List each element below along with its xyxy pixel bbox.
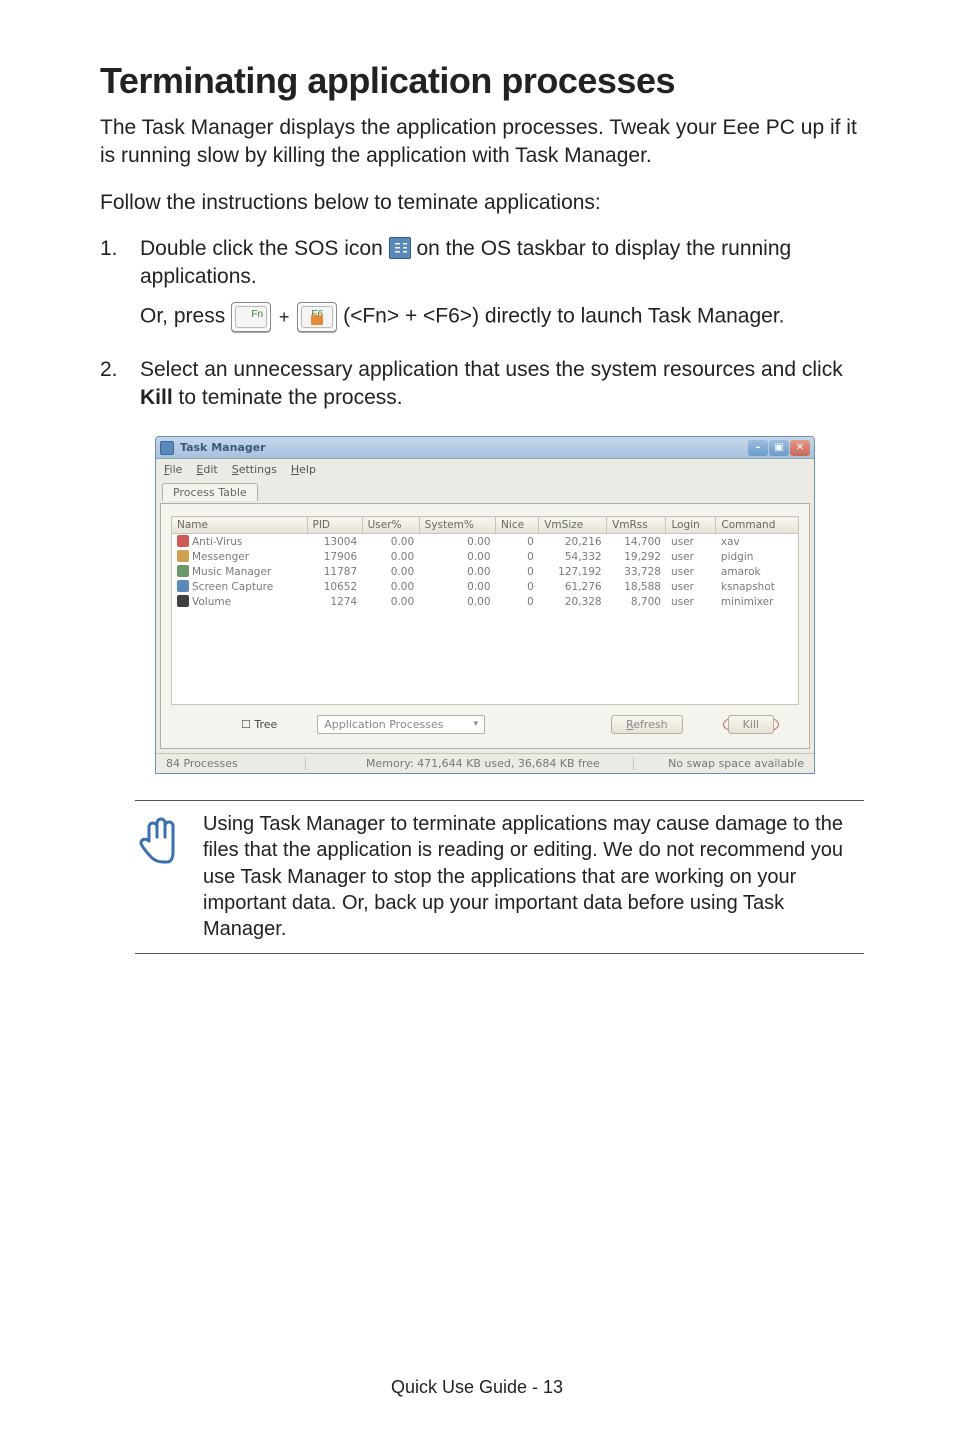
tab-process-table[interactable]: Process Table <box>162 483 258 501</box>
menu-settings[interactable]: Settings <box>232 463 277 476</box>
tree-checkbox[interactable]: ☐ Tree <box>241 718 277 731</box>
sos-icon <box>389 237 411 259</box>
table-row[interactable]: Volume12740.000.00020,3288,700userminimi… <box>172 594 799 609</box>
key-f6: F6 <box>297 302 337 332</box>
page-heading: Terminating application processes <box>100 60 864 102</box>
status-process-count: 84 Processes <box>166 757 306 770</box>
refresh-button[interactable]: Refresh <box>611 715 683 734</box>
col-name[interactable]: Name <box>172 517 308 534</box>
page-footer: Quick Use Guide - 13 <box>0 1377 954 1398</box>
kill-bold: Kill <box>140 386 173 409</box>
col-vmsize[interactable]: VmSize <box>539 517 607 534</box>
step-1-text-a: Double click the SOS icon <box>140 237 389 260</box>
maximize-button[interactable]: ▣ <box>769 440 789 456</box>
menu-help[interactable]: Help <box>291 463 316 476</box>
close-button[interactable]: ✕ <box>790 440 810 456</box>
status-bar: 84 Processes Memory: 471,644 KB used, 36… <box>156 753 814 773</box>
step-2: 2. Select an unnecessary application tha… <box>100 356 864 423</box>
step-1-launch-text: (<Fn> + <F6>) directly to launch Task Ma… <box>343 304 784 327</box>
plus-sign: + <box>279 307 290 327</box>
table-header-row: Name PID User% System% Nice VmSize VmRss… <box>172 517 799 534</box>
task-manager-window: Task Manager – ▣ ✕ File Edit Settings He… <box>155 436 815 774</box>
table-row[interactable]: Messenger179060.000.00054,33219,292userp… <box>172 549 799 564</box>
step-2-number: 2. <box>100 356 140 423</box>
col-system[interactable]: System% <box>419 517 495 534</box>
process-panel: Name PID User% System% Nice VmSize VmRss… <box>160 503 810 749</box>
table-row[interactable]: Music Manager117870.000.000127,19233,728… <box>172 564 799 579</box>
menu-edit[interactable]: Edit <box>196 463 217 476</box>
col-user[interactable]: User% <box>362 517 419 534</box>
col-pid[interactable]: PID <box>307 517 362 534</box>
col-command[interactable]: Command <box>716 517 799 534</box>
menu-file[interactable]: File <box>164 463 182 476</box>
minimize-button[interactable]: – <box>748 440 768 456</box>
col-login[interactable]: Login <box>666 517 716 534</box>
table-row[interactable]: Screen Capture106520.000.00061,27618,588… <box>172 579 799 594</box>
status-swap: No swap space available <box>634 757 804 770</box>
step-1-number: 1. <box>100 235 140 342</box>
note-text: Using Task Manager to terminate applicat… <box>203 811 856 943</box>
step-2-text-b: to teminate the process. <box>173 386 403 409</box>
window-title: Task Manager <box>180 441 266 454</box>
col-vmrss[interactable]: VmRss <box>607 517 666 534</box>
table-row[interactable]: Anti-Virus130040.000.00020,21614,700user… <box>172 534 799 550</box>
application-processes-dropdown[interactable]: Application Processes <box>317 715 485 734</box>
process-table: Name PID User% System% Nice VmSize VmRss… <box>171 516 799 705</box>
instructions-lead: Follow the instructions below to teminat… <box>100 189 864 217</box>
window-icon <box>160 441 174 455</box>
note-box: Using Task Manager to terminate applicat… <box>135 800 864 954</box>
step-2-text-a: Select an unnecessary application that u… <box>140 358 843 381</box>
kill-button[interactable]: Kill <box>728 715 774 734</box>
step-1-or-press: Or, press <box>140 304 231 327</box>
step-1: 1. Double click the SOS icon on the OS t… <box>100 235 864 342</box>
col-nice[interactable]: Nice <box>496 517 539 534</box>
status-memory: Memory: 471,644 KB used, 36,684 KB free <box>306 757 634 770</box>
note-hand-icon <box>135 811 183 872</box>
key-fn: Fn <box>231 302 271 332</box>
titlebar[interactable]: Task Manager – ▣ ✕ <box>156 437 814 459</box>
intro-paragraph: The Task Manager displays the applicatio… <box>100 114 864 171</box>
kill-highlight-circle: Kill <box>723 715 779 734</box>
menubar: File Edit Settings Help <box>156 459 814 479</box>
